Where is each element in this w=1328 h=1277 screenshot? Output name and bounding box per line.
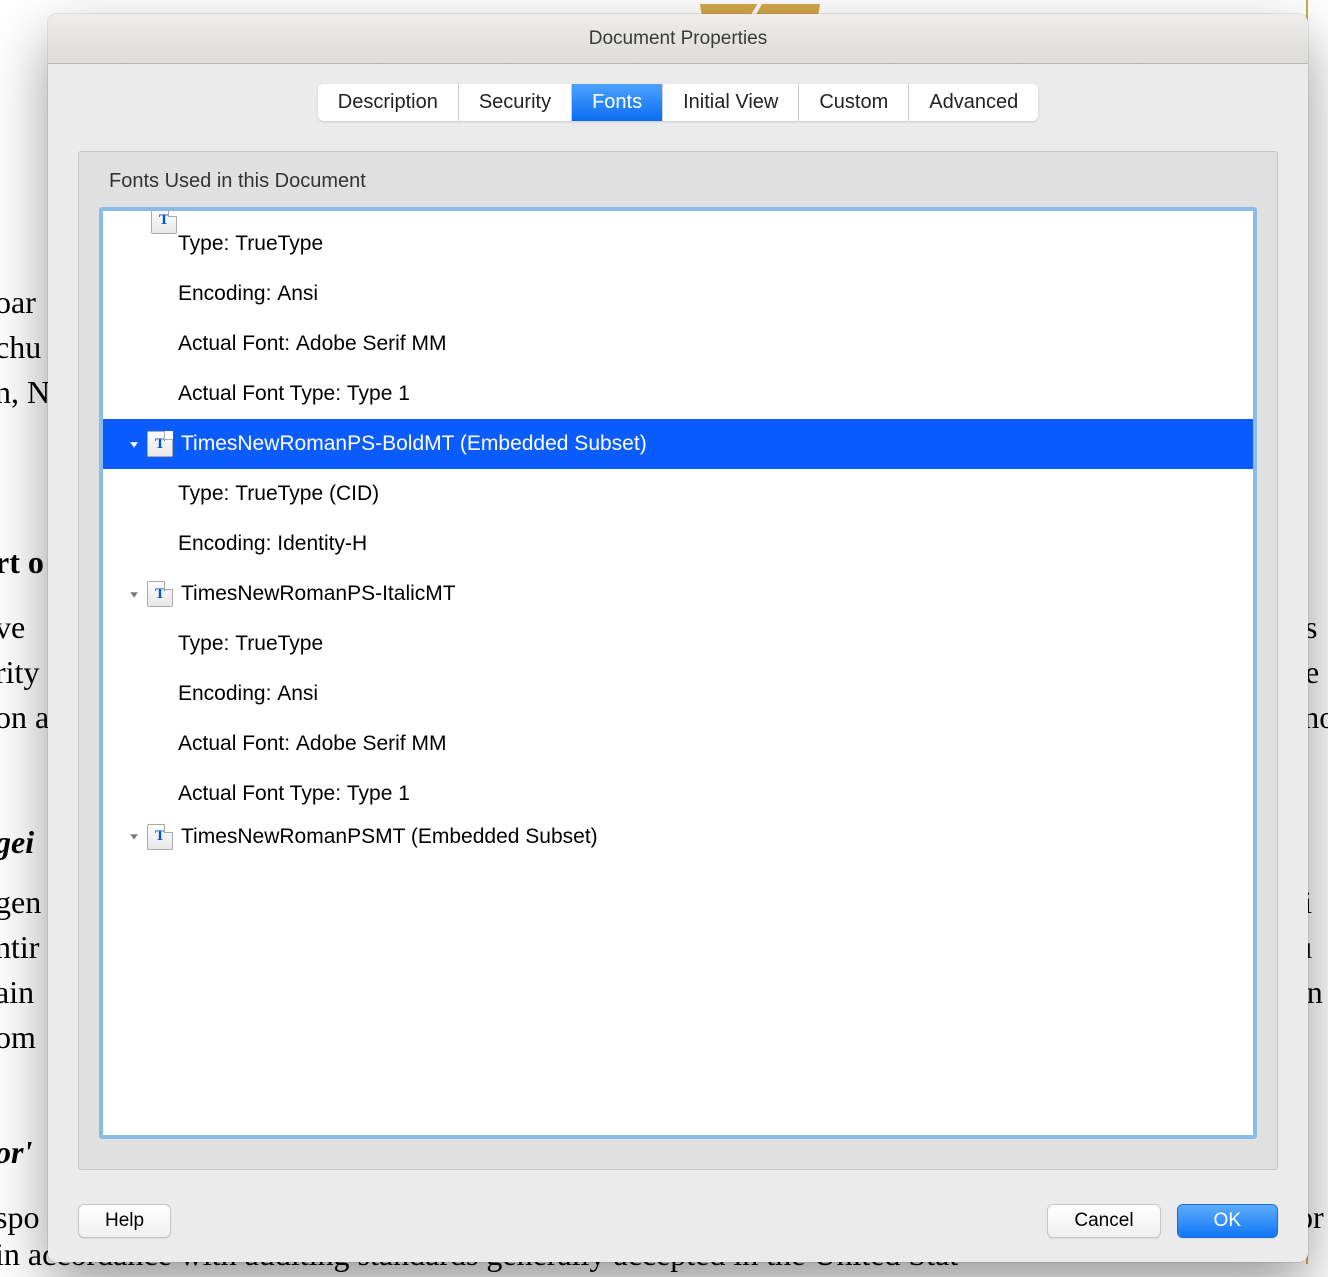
document-properties-dialog: Document Properties Description Security…: [48, 14, 1308, 1262]
font-property-row[interactable]: Actual Font: Adobe Serif MM: [103, 719, 1253, 769]
chevron-down-icon[interactable]: ▼: [121, 589, 147, 600]
bg-text-fragment: rity: [0, 650, 55, 695]
font-name: TimesNewRomanPSMT (Embedded Subset): [181, 825, 598, 849]
font-file-icon: T: [147, 431, 173, 457]
font-property-row[interactable]: Encoding: Identity-H: [103, 519, 1253, 569]
font-file-icon: T: [151, 208, 177, 234]
help-button[interactable]: Help: [78, 1204, 171, 1238]
tab-initial-view[interactable]: Initial View: [663, 84, 799, 121]
tab-custom[interactable]: Custom: [799, 84, 909, 121]
font-name: TimesNewRomanPS-BoldMT (Embedded Subset): [181, 432, 647, 456]
tab-security[interactable]: Security: [459, 84, 572, 121]
fonts-panel: Fonts Used in this Document T Type: True…: [78, 151, 1278, 1170]
tab-advanced[interactable]: Advanced: [909, 84, 1038, 121]
font-row[interactable]: ▼ T TimesNewRomanPSMT (Embedded Subset): [103, 819, 1253, 854]
tab-description[interactable]: Description: [318, 84, 459, 121]
font-property-row[interactable]: Actual Font Type: Type 1: [103, 769, 1253, 819]
font-file-icon: T: [147, 824, 173, 850]
font-property-row[interactable]: Actual Font: Adobe Serif MM: [103, 319, 1253, 369]
chevron-down-icon[interactable]: ▼: [121, 439, 147, 450]
font-property-row[interactable]: Encoding: Ansi: [103, 269, 1253, 319]
bg-text-fragment: om: [0, 1015, 55, 1060]
font-icon-fragment: T: [103, 211, 1253, 219]
dialog-content: Description Security Fonts Initial View …: [48, 64, 1308, 1190]
bg-text-fragment: n, N: [0, 370, 55, 415]
ok-button[interactable]: OK: [1177, 1204, 1278, 1238]
font-property-row[interactable]: Type: TrueType (CID): [103, 469, 1253, 519]
tab-bar: Description Security Fonts Initial View …: [78, 84, 1278, 121]
tab-fonts[interactable]: Fonts: [572, 84, 663, 121]
dialog-button-row: Help Cancel OK: [48, 1190, 1308, 1262]
font-property-row[interactable]: Type: TrueType: [103, 619, 1253, 669]
font-property-row[interactable]: Type: TrueType: [103, 219, 1253, 269]
bg-text-fragment: on a: [0, 695, 55, 740]
font-property-row[interactable]: Encoding: Ansi: [103, 669, 1253, 719]
fonts-tree[interactable]: T Type: TrueType Encoding: Ansi Actual F…: [99, 207, 1257, 1139]
bg-text-fragment: chu: [0, 325, 55, 370]
bg-text-fragment: oar: [0, 280, 55, 325]
bg-text-fragment: ain: [0, 970, 55, 1015]
bg-text-fragment: rt o: [0, 540, 55, 585]
dialog-title: Document Properties: [48, 14, 1308, 64]
bg-text-fragment: ve: [0, 605, 55, 650]
bg-text-fragment: ntir: [0, 925, 55, 970]
font-file-icon: T: [147, 581, 173, 607]
cancel-button[interactable]: Cancel: [1047, 1204, 1160, 1238]
bg-text-fragment: gei: [0, 820, 55, 865]
bg-text-fragment: or': [0, 1130, 55, 1175]
font-row[interactable]: ▼ T TimesNewRomanPS-ItalicMT: [103, 569, 1253, 619]
font-name: TimesNewRomanPS-ItalicMT: [181, 582, 456, 606]
font-property-row[interactable]: Actual Font Type: Type 1: [103, 369, 1253, 419]
panel-heading: Fonts Used in this Document: [109, 170, 1257, 193]
bg-text-fragment: gen: [0, 880, 55, 925]
chevron-down-icon[interactable]: ▼: [121, 831, 147, 842]
font-row-selected[interactable]: ▼ T TimesNewRomanPS-BoldMT (Embedded Sub…: [103, 419, 1253, 469]
